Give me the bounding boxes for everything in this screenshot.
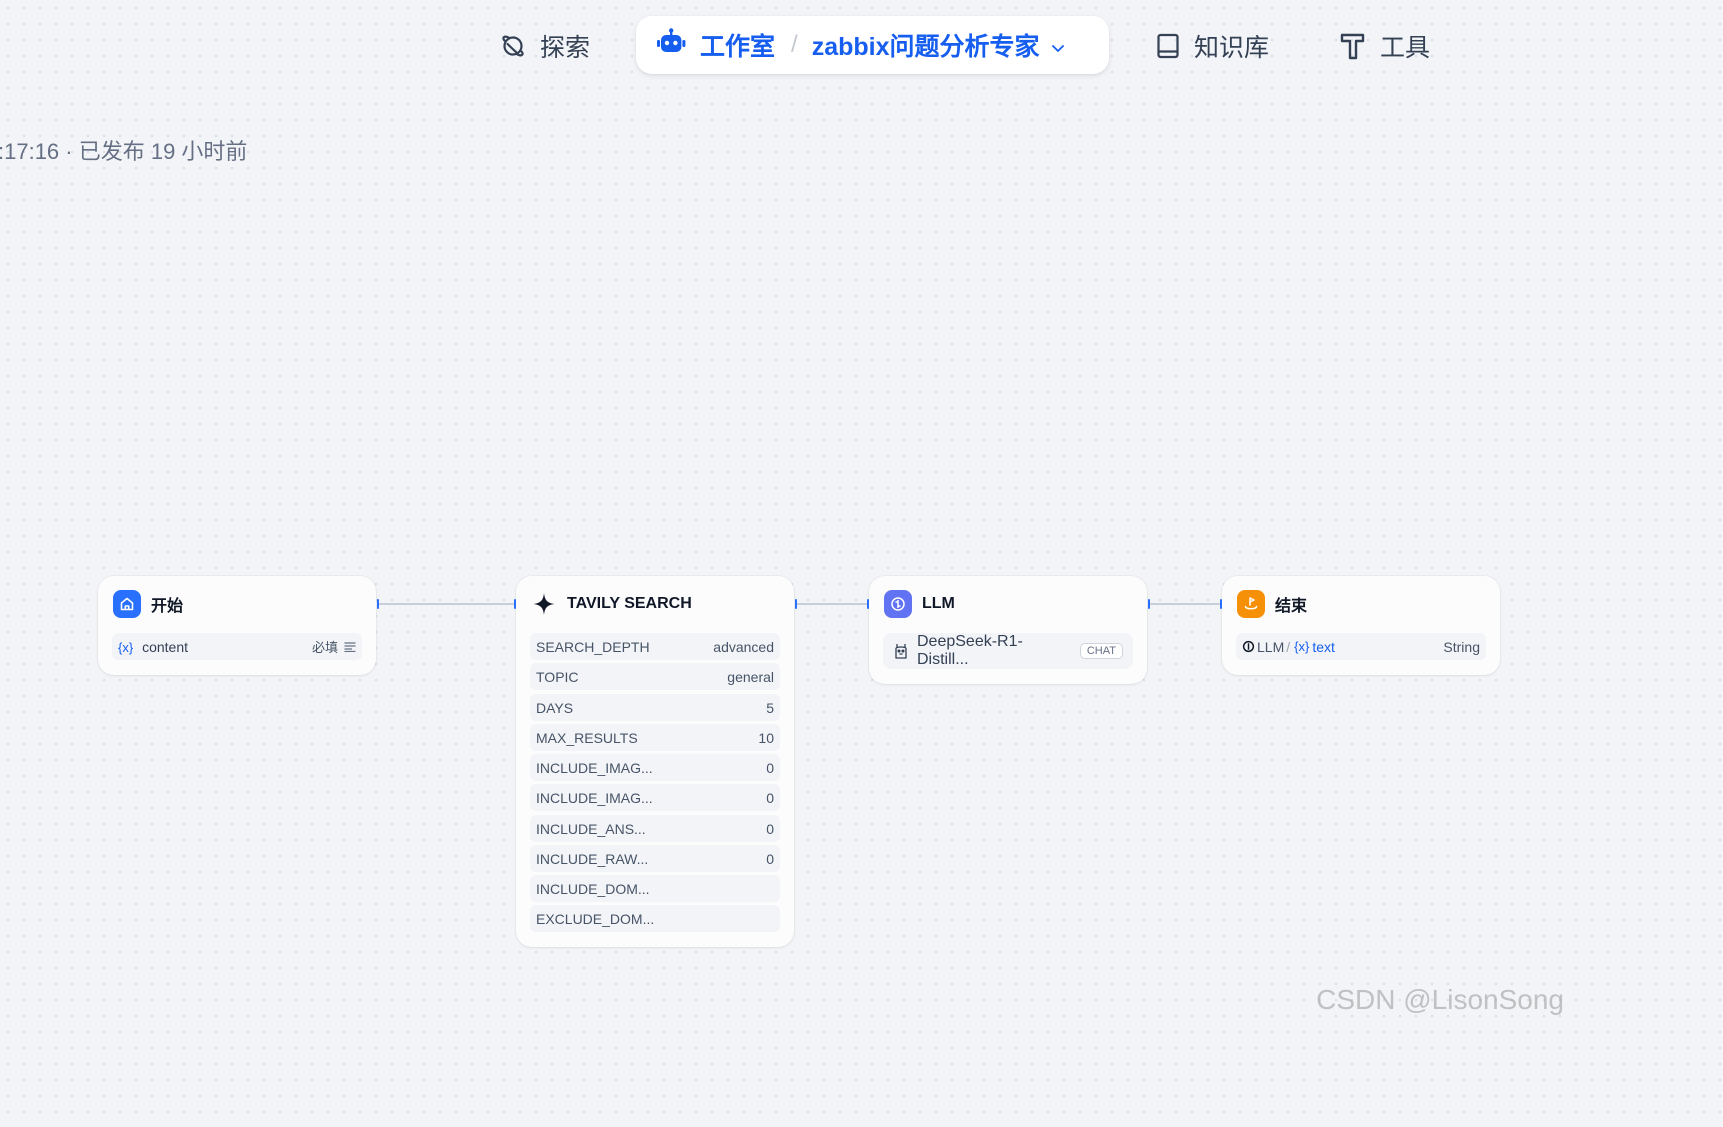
param-value: advanced [713,638,774,655]
node-start[interactable]: 开始 {x} content 必填 [98,576,379,675]
param-value: 0 [766,789,774,806]
param-value: 10 [758,729,774,746]
node-tavily-search[interactable]: TAVILY SEARCH SEARCH_DEPTH advanced TOPIC… [514,576,797,947]
param-row: INCLUDE_ANS... 0 [530,815,780,842]
param-row: DAYS 5 [530,694,780,721]
node-llm[interactable]: LLM DeepSeek-R1-Distill... CHAT [867,576,1150,684]
param-value: 0 [766,759,774,776]
chevron-down-icon[interactable] [1051,31,1065,60]
tavily-input-handle[interactable] [514,599,516,609]
node-tavily-title: TAVILY SEARCH [567,595,692,612]
param-key: MAX_RESULTS [536,729,638,746]
text-lines-icon [344,639,356,655]
edge-tavily-to-llm [796,603,868,605]
param-value: general [727,668,774,685]
nav-tools-label: 工具 [1380,34,1431,62]
studio-label[interactable]: 工作室 [700,27,775,63]
param-key: INCLUDE_ANS... [536,820,646,837]
param-row: INCLUDE_IMAG... 0 [530,784,780,811]
variable-icon: {x} [118,639,134,655]
param-key: INCLUDE_RAW... [536,850,649,867]
node-end-title: 结束 [1275,598,1308,615]
publish-status: :17:16 · 已发布 19 小时前 [0,139,248,164]
param-row: INCLUDE_RAW... 0 [530,845,780,872]
param-key: EXCLUDE_DOM... [536,910,655,927]
param-row: SEARCH_DEPTH advanced [530,633,780,660]
nav-knowledge-label: 知识库 [1194,34,1270,62]
nav-knowledge[interactable]: 知识库 [1156,24,1269,68]
node-llm-title: LLM [922,595,955,612]
model-name: DeepSeek-R1-Distill... [917,633,1023,668]
param-key: INCLUDE_DOM... [536,880,650,897]
home-icon [113,590,141,618]
param-key: SEARCH_DEPTH [536,638,650,655]
start-variable-name: content [142,638,189,655]
llm-icon [884,590,912,618]
start-output-handle[interactable] [377,599,379,609]
variable-icon: {x} [1294,639,1310,654]
param-row: MAX_RESULTS 10 [530,724,780,751]
llama-icon [893,642,909,660]
required-label: 必填 [311,640,338,655]
output-variable-name: text [1312,638,1335,655]
param-key: INCLUDE_IMAG... [536,789,653,806]
studio-breadcrumb[interactable]: 工作室 / zabbix问题分析专家 [636,16,1109,74]
breadcrumb-separator: / [791,31,798,58]
robot-icon [656,27,686,63]
book-icon [1156,33,1180,59]
hammer-icon [1340,32,1366,60]
edge-llm-to-end [1149,603,1221,605]
llm-input-handle[interactable] [867,599,869,609]
nav-explore-label: 探索 [540,34,591,62]
param-value: 0 [766,850,774,867]
app-name[interactable]: zabbix问题分析专家 [812,27,1040,63]
param-key: TOPIC [536,668,579,685]
llm-mini-icon [1242,640,1255,653]
start-variable-row[interactable]: {x} content 必填 [112,633,362,660]
end-output-row[interactable]: LLM / {x} text String [1236,633,1486,660]
path-separator: / [1286,638,1291,655]
output-source-node: LLM [1257,638,1285,655]
param-value: 5 [766,699,774,716]
model-mode-badge: CHAT [1079,643,1123,659]
output-type: String [1443,638,1480,655]
edge-start-to-tavily [378,603,515,605]
sparkle-icon [531,590,557,618]
param-row: INCLUDE_DOM... [530,875,780,902]
param-row: TOPIC general [530,663,780,690]
llm-output-handle[interactable] [1148,599,1150,609]
nav-tools[interactable]: 工具 [1340,24,1430,68]
watermark: CSDN @LisonSong [1316,984,1564,1015]
planet-icon [500,33,526,59]
end-input-handle[interactable] [1220,599,1222,609]
node-start-title: 开始 [151,598,184,615]
flag-icon [1237,590,1265,618]
param-key: INCLUDE_IMAG... [536,759,653,776]
nav-explore[interactable]: 探索 [500,24,590,68]
model-selector[interactable]: DeepSeek-R1-Distill... CHAT [883,633,1133,669]
param-value: 0 [766,820,774,837]
tavily-output-handle[interactable] [795,599,797,609]
param-row: EXCLUDE_DOM... [530,905,780,932]
param-row: INCLUDE_IMAG... 0 [530,754,780,781]
param-key: DAYS [536,699,574,716]
node-end[interactable]: 结束 LLM / {x} text String [1220,576,1500,675]
